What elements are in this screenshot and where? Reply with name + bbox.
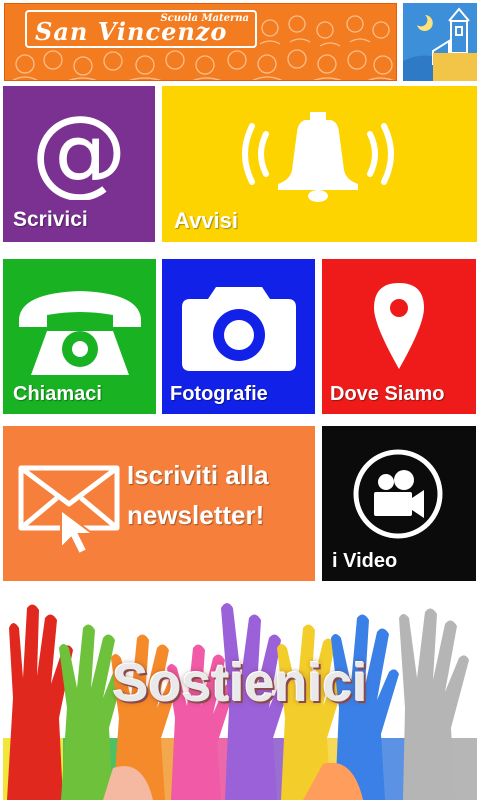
school-title-box: Scuola Materna San Vincenzo	[25, 10, 257, 48]
header-banner: Scuola Materna San Vincenzo	[4, 3, 397, 81]
sostienici-label: Sostienici	[112, 653, 368, 713]
telephone-icon	[19, 291, 141, 375]
video-tile[interactable]: i Video	[322, 426, 476, 581]
school-name: San Vincenzo	[35, 17, 228, 46]
newsletter-label-line1: Iscriviti alla	[127, 460, 269, 490]
video-camera-icon	[353, 449, 443, 539]
scrivici-label: Scrivici	[13, 208, 88, 231]
newsletter-label-line2: newsletter!	[127, 500, 265, 530]
newsletter-tile[interactable]: Iscriviti alla newsletter!	[3, 426, 315, 581]
sostienici-tile[interactable]: Sostienici	[3, 588, 477, 800]
chiamaci-tile[interactable]: Chiamaci	[3, 259, 156, 414]
avvisi-tile[interactable]: Avvisi	[162, 86, 477, 242]
at-sign-icon: @	[33, 108, 125, 200]
bell-ringing-icon	[242, 112, 394, 202]
dove-siamo-label: Dove Siamo	[330, 383, 445, 405]
avvisi-label: Avvisi	[174, 208, 239, 233]
camera-icon	[182, 287, 296, 371]
svg-text:@: @	[33, 108, 125, 200]
fotografie-tile[interactable]: Fotografie	[162, 259, 315, 414]
video-label: i Video	[332, 550, 398, 572]
school-logo	[403, 3, 477, 81]
envelope-cursor-icon	[18, 465, 120, 556]
church-moon-icon	[403, 3, 477, 81]
dove-siamo-tile[interactable]: Dove Siamo	[322, 259, 476, 414]
scrivici-tile[interactable]: @ Scrivici	[3, 86, 155, 242]
fotografie-label: Fotografie	[170, 383, 268, 405]
chiamaci-label: Chiamaci	[13, 383, 102, 405]
map-pin-icon	[374, 283, 424, 369]
